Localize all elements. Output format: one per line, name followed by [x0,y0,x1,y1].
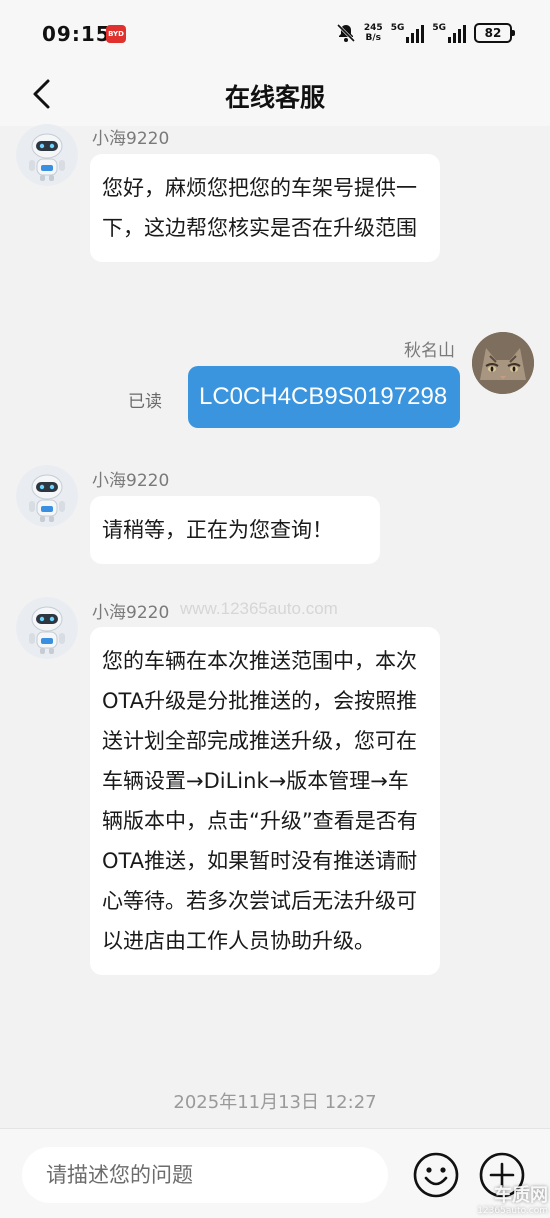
agent-avatar[interactable] [16,124,78,186]
message-timestamp: 2025年11月13日 12:27 [173,1092,377,1113]
signal-icon-sim1: 5G [391,23,425,43]
message-bubble[interactable]: 您的车辆在本次推送范围中，本次OTA升级是分批推送的，会按照推送计划全部完成推送… [90,627,440,975]
status-indicators: 245 B/s 5G 5G 82 [336,20,515,46]
robot-icon [29,606,65,654]
watermark: www.12365auto.com [180,599,338,618]
nav-header: 在线客服 [0,62,550,126]
message-bubble[interactable]: 您好，麻烦您把您的车架号提供一下，这边帮您核实是否在升级范围 [90,154,440,262]
sender-name-self: 秋名山 [404,341,455,361]
sender-name: 小海9220 [92,471,170,491]
message-bubble-self[interactable]: LC0CH4CB9S0197298 [188,366,460,428]
battery-icon: 82 [474,23,515,43]
read-status: 已读 [128,392,162,412]
page-title: 在线客服 [224,83,325,112]
cat-photo-icon [472,332,534,394]
bell-off-icon [336,23,355,43]
app-notification-icon: BYD [106,25,126,43]
sender-name: 小海9220 [92,603,170,623]
agent-avatar[interactable] [16,597,78,659]
input-bar: 请描述您的问题 车质网 12365auto.com [0,1128,550,1218]
site-logo: 车质网 12365auto.com [477,1185,548,1217]
message-bubble[interactable]: 请稍等，正在为您查询！ [90,496,380,564]
robot-icon [29,133,65,181]
emoji-button[interactable] [412,1151,460,1199]
status-time: 09:15 [42,22,111,46]
net-speed: 245 B/s [363,23,383,43]
signal-icon-sim2: 5G [432,23,466,43]
sender-name: 小海9220 [92,129,170,149]
smiley-icon [413,1152,459,1198]
status-bar: 09:15 BYD 245 B/s 5G 5G 82 [0,0,550,62]
robot-icon [29,474,65,522]
agent-avatar[interactable] [16,465,78,527]
user-avatar[interactable] [472,332,534,394]
message-input[interactable]: 请描述您的问题 [22,1147,388,1203]
